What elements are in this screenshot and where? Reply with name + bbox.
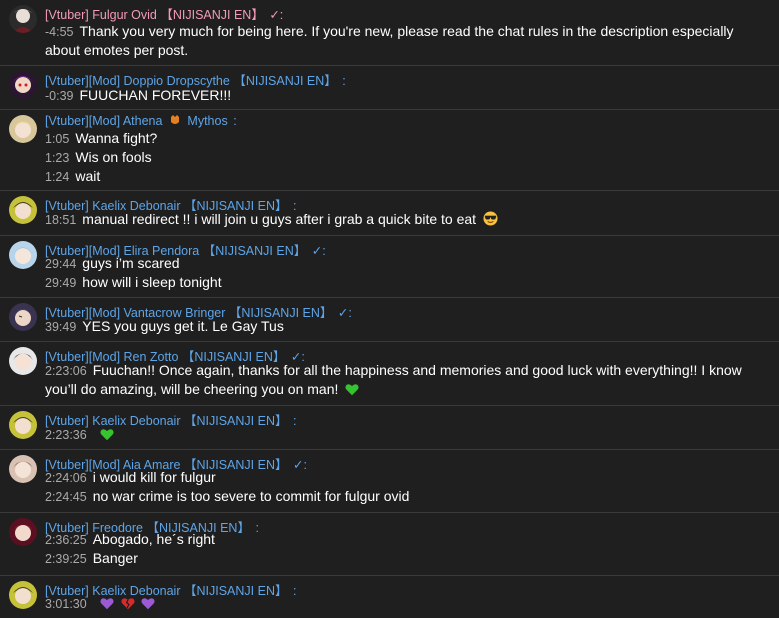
message-text: Banger	[92, 550, 138, 566]
chat-line: 39:49 YES you guys get it. Le Gay Tus	[45, 317, 773, 337]
avatar[interactable]	[9, 5, 37, 33]
timestamp: 3:01:30	[45, 597, 87, 611]
timestamp: 2:36:25	[45, 533, 87, 547]
author-label: [Vtuber][Mod] Athena	[45, 114, 163, 128]
timestamp: 18:51	[45, 213, 77, 227]
chat-message-group: [Vtuber][Mod] Vantacrow Bringer 【NIJISAN…	[0, 298, 779, 342]
timestamp: 1:24	[45, 170, 70, 184]
chat-line: 29:44 guys i’m scared	[45, 254, 773, 274]
timestamp: 2:23:36	[45, 428, 87, 442]
timestamp: -0:39	[45, 89, 74, 103]
chat-line: about emotes per post.	[45, 41, 773, 60]
message-text: FUUCHAN FOREVER!!!	[79, 87, 232, 103]
chat-line: 29:49 how will i sleep tonight	[45, 273, 773, 293]
timestamp: -4:55	[45, 25, 74, 39]
author-name[interactable]: [Vtuber] Fulgur Ovid 【NIJISANJI EN】 ✓:	[45, 4, 283, 23]
message-text: manual redirect !! i will join u guys af…	[82, 211, 477, 227]
chat-message-group: [Vtuber] Fulgur Ovid 【NIJISANJI EN】 ✓: -…	[0, 0, 779, 66]
chat-line: 2:24:45 no war crime is too severe to com…	[45, 487, 773, 507]
avatar[interactable]	[9, 581, 37, 609]
avatar[interactable]	[9, 115, 37, 143]
author-name[interactable]: [Vtuber][Mod] Athena Mythos :	[45, 114, 237, 128]
avatar[interactable]	[9, 411, 37, 439]
timestamp: 39:49	[45, 320, 77, 334]
timestamp: 2:24:06	[45, 471, 87, 485]
chat-message-group: [Vtuber][Mod] Elira Pendora 【NIJISANJI E…	[0, 236, 779, 298]
separator: :	[233, 114, 237, 128]
chat-message-group: [Vtuber][Mod] Ren Zotto 【NIJISANJI EN】 ✓…	[0, 342, 779, 406]
message-text: Abogado, he´s right	[92, 531, 215, 547]
timestamp: 1:23	[45, 151, 70, 165]
timestamp: 2:39:25	[45, 552, 87, 566]
author-tag: 【NIJISANJI EN】	[160, 8, 264, 22]
avatar[interactable]	[9, 196, 37, 224]
chat-line: 2:23:06 Fuuchan!! Once again, thanks for …	[45, 361, 773, 381]
timestamp: 1:05	[45, 132, 70, 146]
chat-line: 1:24 wait	[45, 167, 773, 187]
chat-line: 2:36:25 Abogado, he´s right	[45, 530, 773, 550]
sunglasses-emoji-icon	[483, 211, 498, 226]
avatar[interactable]	[9, 455, 37, 483]
chat-line: -4:55 Thank you very much for being here.…	[45, 22, 773, 42]
chat-message-group: [Vtuber][Mod] Athena Mythos : 1:05 Wanna …	[0, 110, 779, 191]
mythos-badge-icon	[170, 115, 179, 124]
chat-line: you’ll do amazing, will be cheering you …	[45, 380, 773, 399]
chat-line: 1:05 Wanna fight?	[45, 129, 773, 149]
message-text: Wanna fight?	[75, 130, 158, 146]
message-text: about emotes per post.	[45, 42, 189, 58]
green-heart-emoji-icon	[100, 429, 114, 441]
message-text: how will i sleep tonight	[82, 274, 222, 290]
avatar[interactable]	[9, 518, 37, 546]
chat-line: -0:39 FUUCHAN FOREVER!!!	[45, 86, 773, 106]
chat-line: 3:01:30	[45, 594, 773, 614]
message-text: Fuuchan!! Once again, thanks for all the…	[92, 362, 742, 378]
chat-message-group: [Vtuber][Mod] Doppio Dropscythe 【NIJISAN…	[0, 66, 779, 110]
chat-line: 18:51 manual redirect !! i will join u gu…	[45, 210, 773, 230]
message-text: i would kill for fulgur	[92, 469, 216, 485]
chat-line: 1:23 Wis on fools	[45, 148, 773, 168]
timestamp: 29:49	[45, 276, 77, 290]
avatar[interactable]	[9, 303, 37, 331]
author-tag: Mythos	[187, 114, 228, 128]
message-text: no war crime is too severe to commit for…	[92, 488, 410, 504]
message-text: YES you guys get it. Le Gay Tus	[82, 318, 284, 334]
timestamp: 29:44	[45, 257, 77, 271]
timestamp: 2:23:06	[45, 364, 87, 378]
message-text: guys i’m scared	[82, 255, 180, 271]
chat-line: 2:23:36	[45, 425, 773, 445]
chat-message-group: [Vtuber][Mod] Aia Amare 【NIJISANJI EN】 ✓…	[0, 450, 779, 513]
avatar[interactable]	[9, 71, 37, 99]
message-text: wait	[75, 168, 101, 184]
green-heart-emoji-icon	[345, 384, 359, 396]
chat-message-group: [Vtuber] Kaelix Debonair 【NIJISANJI EN】 …	[0, 191, 779, 236]
purple-heart-emoji-icon	[141, 598, 155, 610]
author-label: [Vtuber] Fulgur Ovid	[45, 8, 157, 22]
broken-heart-emoji-icon	[120, 598, 135, 610]
verified-icon: ✓:	[269, 8, 284, 22]
avatar[interactable]	[9, 241, 37, 269]
purple-heart-emoji-icon	[100, 598, 114, 610]
chat-line: 2:39:25 Banger	[45, 549, 773, 569]
chat-message-group: [Vtuber] Kaelix Debonair 【NIJISANJI EN】 …	[0, 406, 779, 450]
message-text: Thank you very much for being here. If y…	[79, 23, 734, 39]
timestamp: 2:24:45	[45, 490, 87, 504]
chat-line: 2:24:06 i would kill for fulgur	[45, 468, 773, 488]
avatar[interactable]	[9, 347, 37, 375]
message-text: you’ll do amazing, will be cheering you …	[45, 381, 339, 397]
message-text: Wis on fools	[75, 149, 152, 165]
chat-log: [Vtuber] Fulgur Ovid 【NIJISANJI EN】 ✓: -…	[0, 0, 779, 618]
chat-message-group: [Vtuber] Kaelix Debonair 【NIJISANJI EN】 …	[0, 576, 779, 618]
chat-message-group: [Vtuber] Freodore 【NIJISANJI EN】 : 2:36:…	[0, 513, 779, 576]
